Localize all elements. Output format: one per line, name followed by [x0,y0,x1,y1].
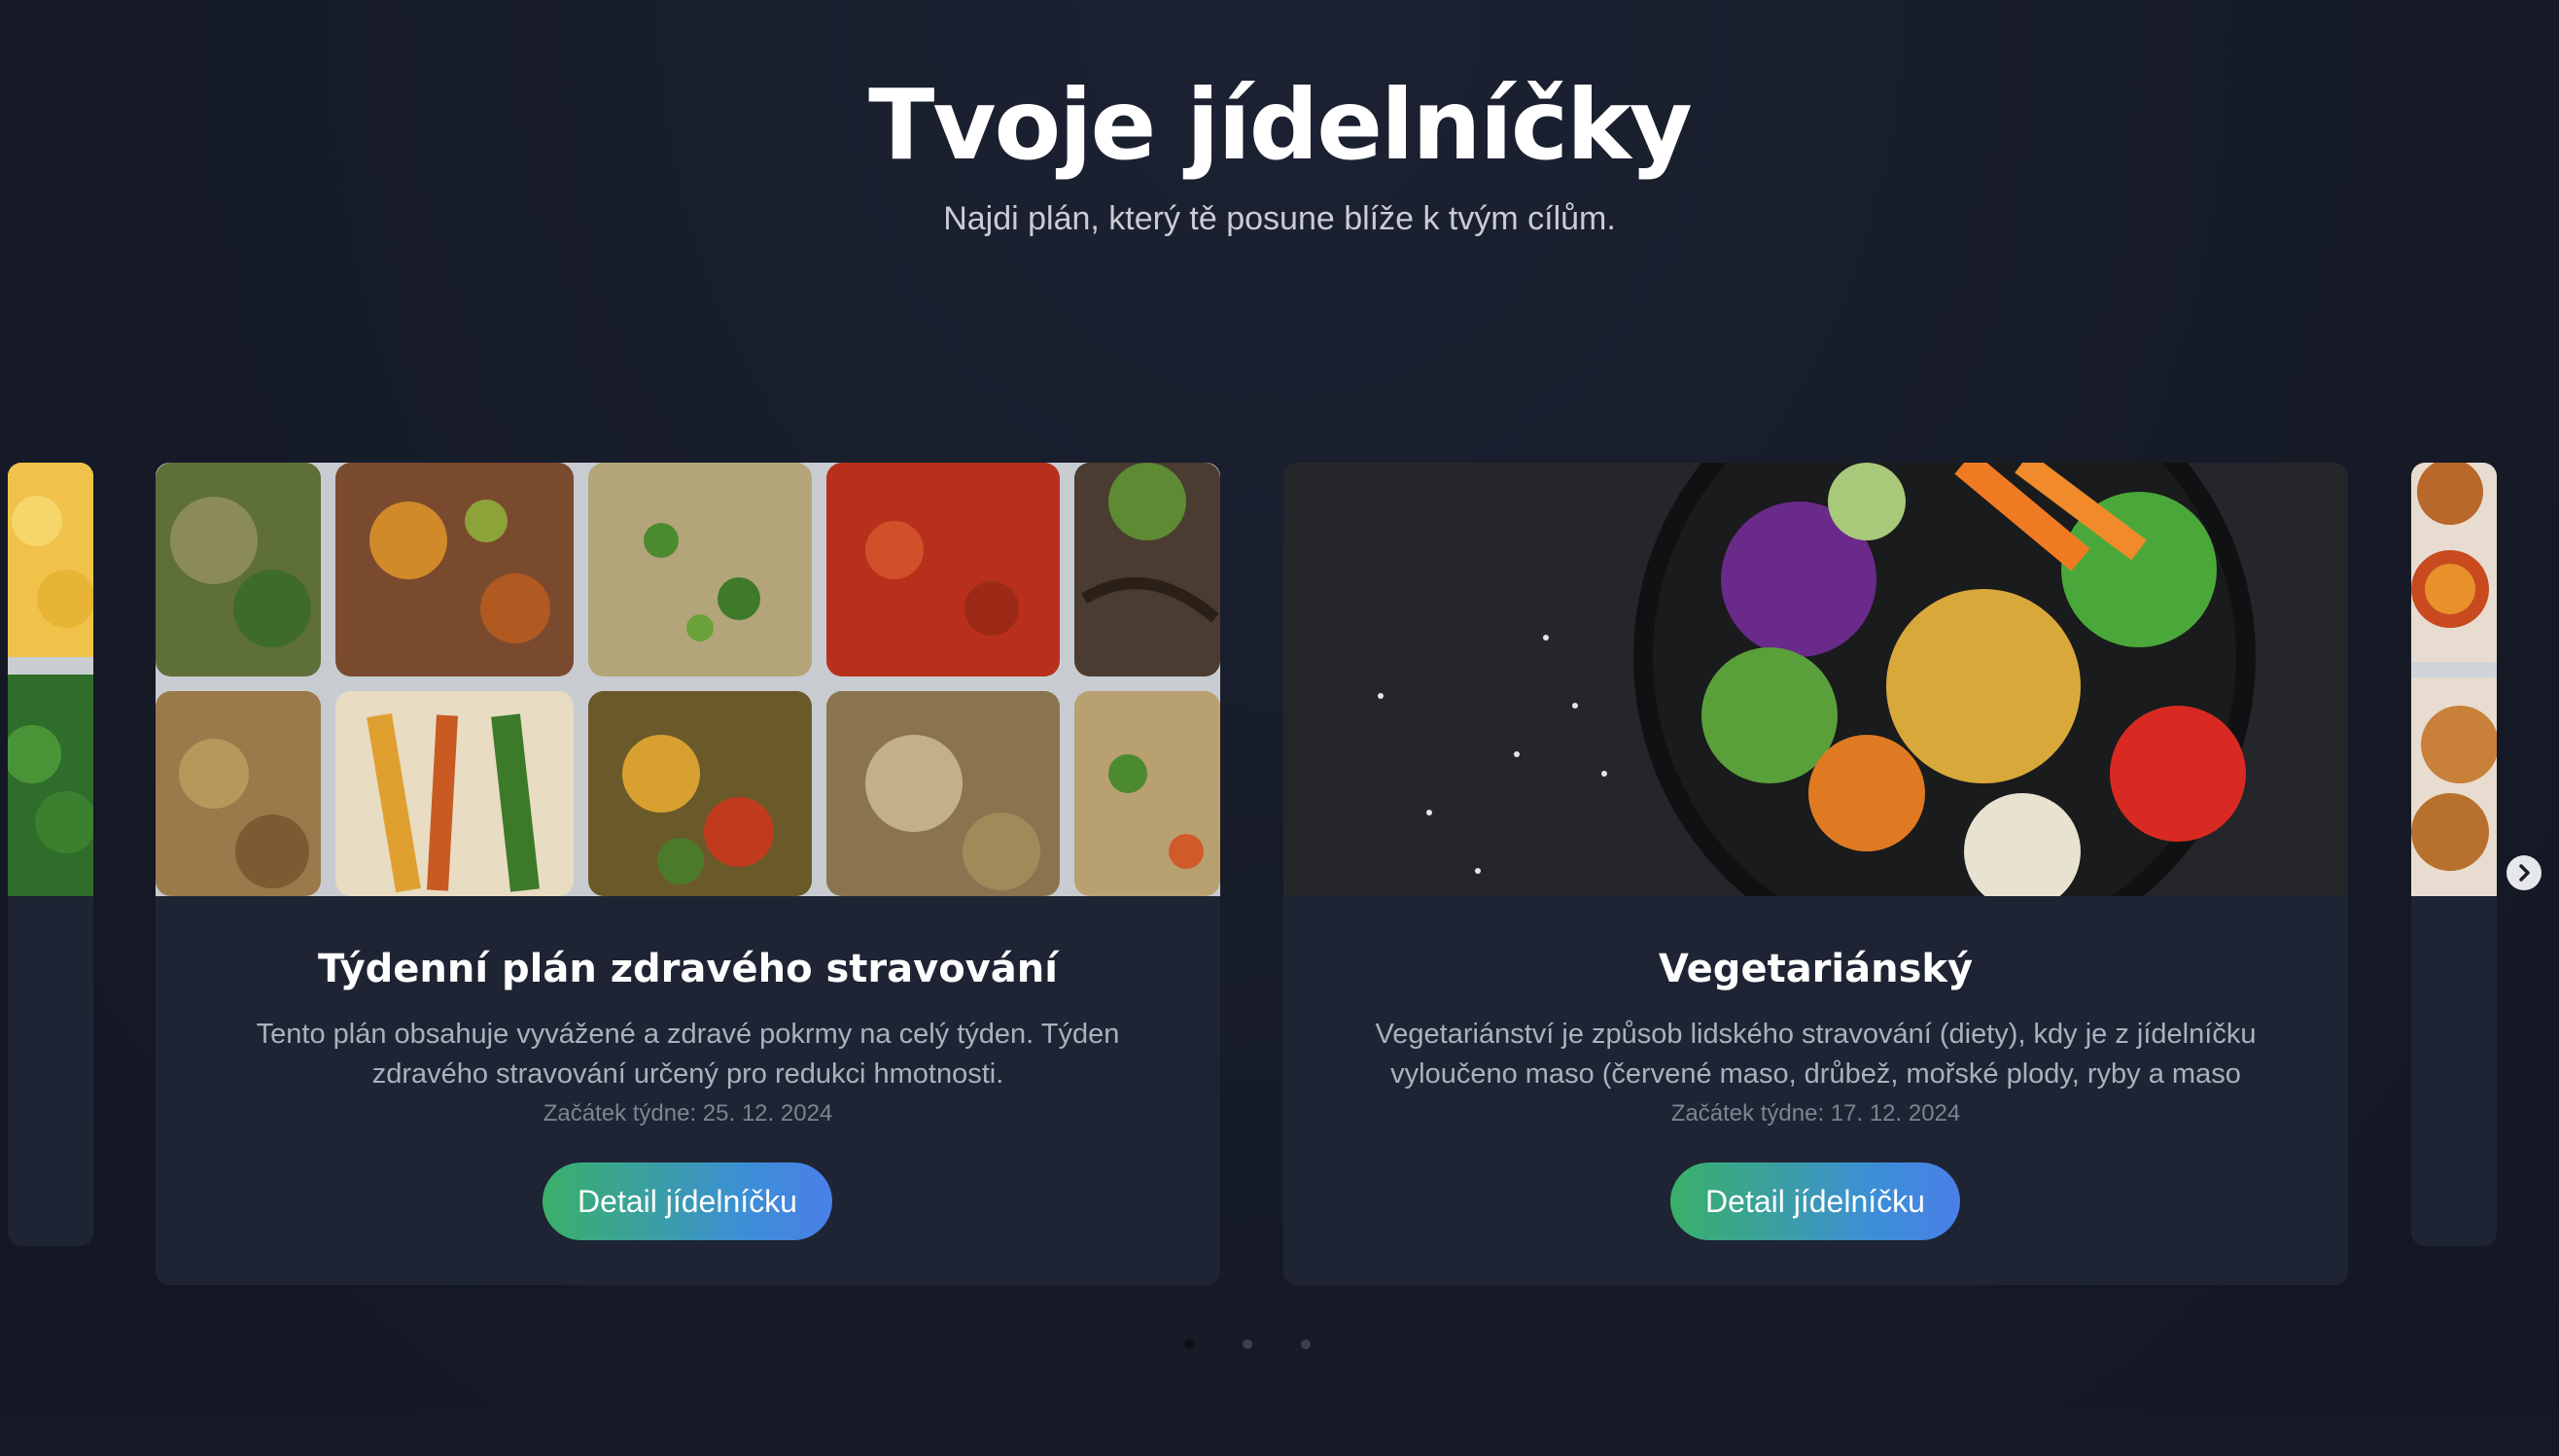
detail-button[interactable]: Detail jídelníčku [1670,1162,1960,1240]
pagination-dot[interactable] [1184,1339,1194,1349]
card-title: Vegetariánský [1658,947,1974,991]
meal-prep-containers-image [156,463,1220,896]
card-start-date: Začátek týdne: 25. 12. 2024 [543,1100,833,1127]
card-description: Vegetariánství je způsob lidského stravo… [1375,1019,2257,1090]
page-title: Tvoje jídelníčky [868,68,1693,182]
food-image [2411,463,2497,896]
pagination-dot[interactable] [1301,1339,1311,1349]
carousel-pagination [1184,1339,1311,1349]
carousel-card-next[interactable] [2411,463,2497,1246]
card-start-date: Začátek týdne: 17. 12. 2024 [1670,1100,1961,1127]
food-image [8,463,93,896]
pagination-dot[interactable] [1243,1339,1252,1349]
meal-plans-page: Tvoje jídelníčky Najdi plán, který tě po… [0,0,2559,1456]
vegetarian-bowl-image [1283,463,2348,896]
meal-plan-card: Týdenní plán zdravého stravování Tento p… [156,463,1220,1285]
footer-band [0,1409,2559,1456]
meal-plan-card: Vegetariánský Vegetariánství je způsob l… [1283,463,2348,1285]
carousel-card-previous[interactable] [8,463,93,1246]
page-subtitle: Najdi plán, který tě posune blíže k tvým… [943,200,1616,237]
detail-button[interactable]: Detail jídelníčku [543,1162,832,1240]
card-title: Týdenní plán zdravého stravování [318,947,1058,991]
card-description: Tento plán obsahuje vyvážené a zdravé po… [256,1019,1120,1090]
chevron-right-icon[interactable] [2506,855,2541,890]
